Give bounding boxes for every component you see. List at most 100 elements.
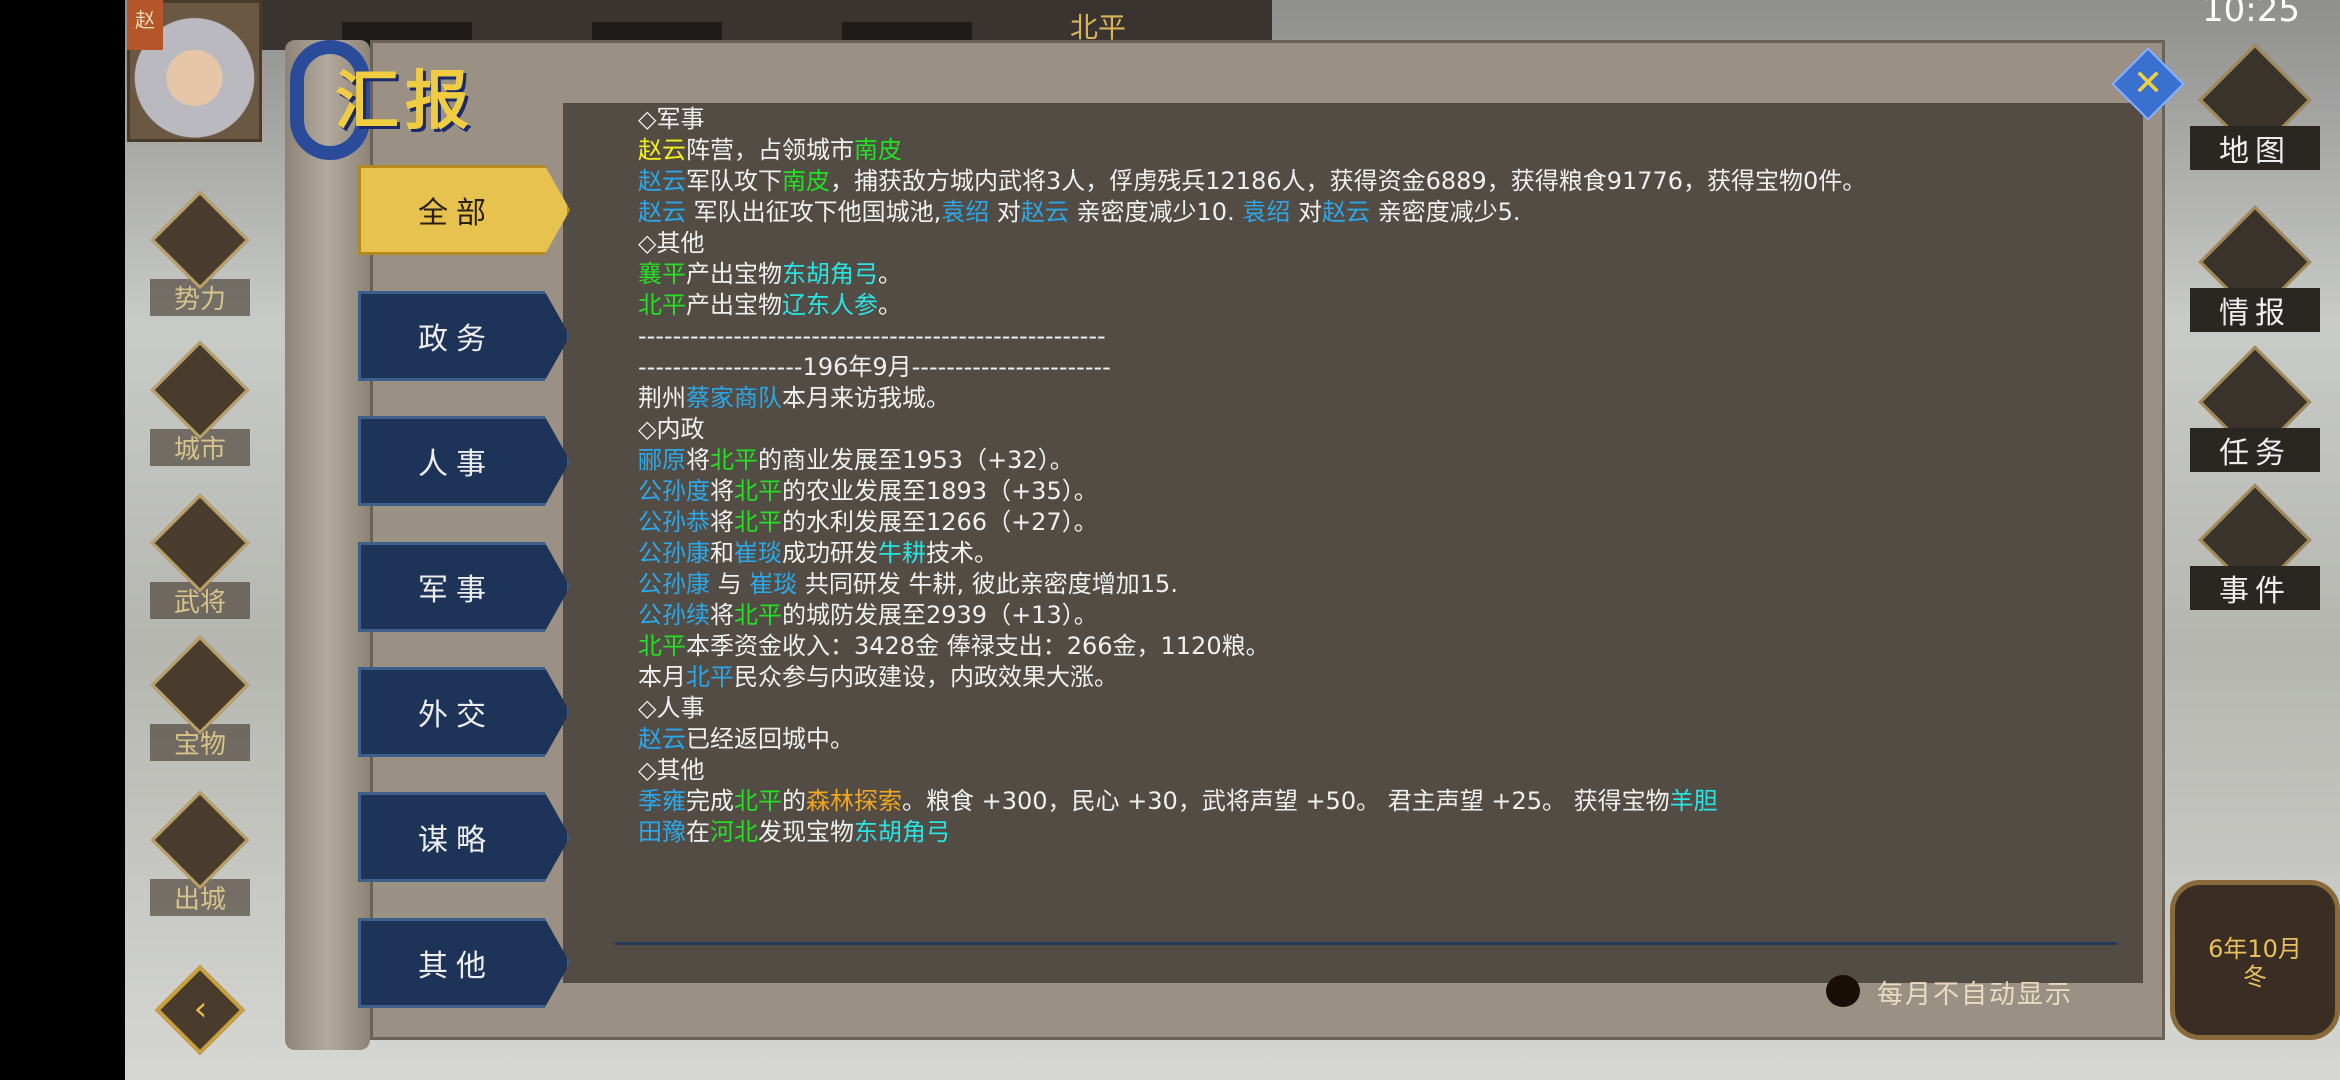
report-log-lines: ◇军事 赵云阵营，占领城市南皮 赵云军队攻下南皮，捕获敌方城内武将3人，俘虏残兵12… (638, 104, 1866, 848)
log-line: 公孙续将北平的城防发展至2939（+13）。 (638, 600, 1866, 631)
log-segment: 对 (989, 198, 1021, 226)
log-segment: 袁绍 (1242, 198, 1291, 226)
left-menu-item-0[interactable]: 势力 (150, 190, 250, 316)
right-menu-label: 情报 (2190, 288, 2320, 332)
tab-5[interactable]: 谋略 (358, 792, 570, 882)
season-text: 冬 (2243, 963, 2267, 991)
right-menu-label: 事件 (2190, 566, 2320, 610)
right-menu-item-0[interactable]: 地图 (2190, 43, 2320, 170)
log-segment: 公孙续 (638, 601, 710, 629)
log-segment: 北平 (638, 632, 686, 660)
tab-6[interactable]: 其他 (358, 918, 570, 1008)
auto-show-checkbox-label[interactable]: 每月不自动显示 (1877, 974, 2073, 1011)
auto-show-checkbox[interactable] (1826, 975, 1860, 1007)
log-segment: 。 (878, 260, 902, 288)
log-segment: 羊胆 (1669, 787, 1718, 815)
log-segment: 阵营，占领城市 (686, 136, 854, 164)
log-segment: 北平 (710, 446, 758, 474)
log-segment: 辽东人参 (782, 291, 878, 319)
log-segment: 东胡角弓 (854, 818, 950, 846)
log-segment: 将 (686, 446, 710, 474)
left-menu-item-3[interactable]: 宝物 (150, 635, 250, 761)
status-time: 10:25 (2202, 0, 2300, 30)
log-segment: 北平 (734, 601, 782, 629)
log-line: 赵云已经返回城中。 (638, 724, 1866, 755)
log-segment: 亲密度减少10. (1068, 198, 1243, 226)
log-segment: 季雍 (638, 787, 686, 815)
log-segment: 本月来访我城。 (782, 384, 950, 412)
log-segment: 袁绍 (941, 198, 990, 226)
log-segment: 的农业发展至1893（+35）。 (782, 477, 1098, 505)
log-segment: 在 (686, 818, 710, 846)
log-segment: 发现宝物 (758, 818, 854, 846)
divider (615, 942, 2117, 945)
log-line: 本月北平民众参与内政建设，内政效果大涨。 (638, 662, 1866, 693)
log-segment: 。粮食 +300，民心 +30，武将声望 +50。 君主声望 +25。 获得宝物 (902, 787, 1670, 815)
log-segment: 产出宝物 (686, 291, 782, 319)
log-segment: 对 (1290, 198, 1322, 226)
log-segment: 赵云 (638, 198, 686, 226)
log-segment: 公孙康 (638, 539, 710, 567)
log-segment: 民众参与内政建设，内政效果大涨。 (734, 663, 1118, 691)
city-gate-icon (150, 790, 250, 890)
log-segment: 赵云 (638, 136, 686, 164)
log-segment: 和 (710, 539, 734, 567)
log-segment: 将 (710, 508, 734, 536)
log-segment: 的商业发展至1953（+32）。 (758, 446, 1074, 474)
log-segment: 公孙恭 (638, 508, 710, 536)
log-segment: 的城防发展至2939（+13）。 (782, 601, 1098, 629)
scroll-rod-decoration (285, 40, 370, 1050)
left-menu-item-4[interactable]: 出城 (150, 790, 250, 916)
treasure-chest-icon (150, 635, 250, 735)
log-line: 赵云 军队出征攻下他国城池,袁绍 对赵云 亲密度减少10. 袁绍 对赵云 亲密度… (638, 197, 1866, 228)
tab-0[interactable]: 全部 (358, 165, 570, 255)
right-menu-item-2[interactable]: 任务 (2190, 345, 2320, 472)
log-line: 田豫在河北发现宝物东胡角弓 (638, 817, 1866, 848)
log-segment: 赵云 (638, 167, 686, 195)
log-segment: 将 (710, 477, 734, 505)
left-menu-item-2[interactable]: 武将 (150, 493, 250, 619)
log-line: 季雍完成北平的森林探索。粮食 +300，民心 +30，武将声望 +50。 君主声… (638, 786, 1866, 817)
log-line: 公孙恭将北平的水利发展至1266（+27）。 (638, 507, 1866, 538)
right-menu-item-1[interactable]: 情报 (2190, 205, 2320, 332)
right-menu-item-3[interactable]: 事件 (2190, 483, 2320, 610)
report-log[interactable]: ◇军事 赵云阵营，占领城市南皮 赵云军队攻下南皮，捕获敌方城内武将3人，俘虏残兵12… (638, 104, 2118, 940)
log-line: 公孙度将北平的农业发展至1893（+35）。 (638, 476, 1866, 507)
log-line: 赵云军队攻下南皮，捕获敌方城内武将3人，俘虏残兵12186人，获得资金6889，… (638, 166, 1866, 197)
log-segment: 崔琰 (734, 539, 782, 567)
log-segment: 东胡角弓 (782, 260, 878, 288)
log-segment: 产出宝物 (686, 260, 782, 288)
log-segment: 北平 (638, 291, 686, 319)
log-segment: 公孙度 (638, 477, 710, 505)
log-segment: 襄平 (638, 260, 686, 288)
log-segment: 。 (878, 291, 902, 319)
log-segment: 军队攻下 (686, 167, 782, 195)
log-segment: 本月 (638, 663, 686, 691)
tab-2[interactable]: 人事 (358, 416, 570, 506)
general-icon (150, 493, 250, 593)
log-segment: 将 (710, 601, 734, 629)
log-line: -------------------196年9月---------------… (638, 352, 1866, 383)
close-icon: ✕ (2132, 62, 2164, 104)
log-segment: 田豫 (638, 818, 686, 846)
left-menu-item-1[interactable]: 城市 (150, 340, 250, 466)
tab-1[interactable]: 政务 (358, 291, 570, 381)
date-badge: 6年10月 冬 (2170, 880, 2340, 1040)
log-segment: 南皮 (782, 167, 830, 195)
log-segment: ◇其他 (638, 229, 705, 257)
log-segment: 赵云 (1321, 198, 1370, 226)
log-line: ◇军事 (638, 104, 1866, 135)
log-line: 赵云阵营，占领城市南皮 (638, 135, 1866, 166)
tab-4[interactable]: 外交 (358, 667, 570, 757)
log-line: ◇其他 (638, 228, 1866, 259)
log-segment: 南皮 (854, 136, 902, 164)
tab-3[interactable]: 军事 (358, 542, 570, 632)
log-segment: ◇军事 (638, 105, 705, 133)
log-line: ◇内政 (638, 414, 1866, 445)
log-line: 襄平产出宝物东胡角弓。 (638, 259, 1866, 290)
chevron-left-icon: ‹ (193, 989, 208, 1030)
log-segment: 河北 (710, 818, 758, 846)
log-segment: ，捕获敌方城内武将3人，俘虏残兵12186人，获得资金6889，获得粮食9177… (830, 167, 1867, 195)
log-line: ◇人事 (638, 693, 1866, 724)
log-segment: -------------------196年9月---------------… (638, 353, 1111, 381)
